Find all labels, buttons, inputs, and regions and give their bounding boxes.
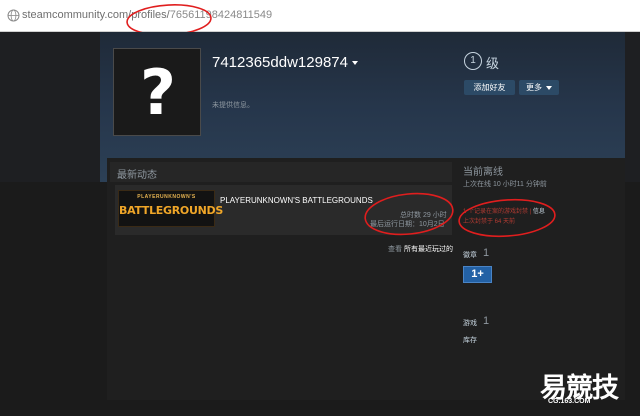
capsule-main-text: BATTLEGROUNDS bbox=[119, 204, 223, 217]
avatar[interactable]: ? bbox=[113, 48, 201, 136]
badge-icon[interactable]: 1+ bbox=[463, 266, 492, 283]
view-all-link[interactable]: 所有最近玩过的 bbox=[404, 246, 453, 253]
badges-count: 1 bbox=[483, 247, 490, 259]
online-status: 当前离线 bbox=[463, 167, 503, 178]
add-friend-label: 添加好友 bbox=[473, 83, 506, 92]
chevron-down-icon bbox=[546, 85, 552, 90]
add-friend-button[interactable]: 添加好友 bbox=[464, 80, 515, 95]
level-label: 级 bbox=[486, 56, 500, 71]
view-all-recent: 查看 所有最近玩过的 bbox=[388, 244, 453, 254]
header-side-left bbox=[0, 32, 100, 182]
header-side-right bbox=[625, 32, 640, 182]
view-all-prefix: 查看 bbox=[388, 246, 402, 253]
annotation-circle-playtime bbox=[364, 192, 454, 236]
persona-name[interactable]: 7412365ddw129874 bbox=[212, 54, 358, 71]
address-bar[interactable]: steamcommunity.com/profiles/765611984248… bbox=[0, 0, 640, 32]
capsule-top-text: PLAYERUNKNOWN'S bbox=[137, 194, 196, 200]
profile-summary: 未提供信息。 bbox=[212, 102, 254, 109]
game-capsule-image[interactable]: PLAYERUNKNOWN'S BATTLEGROUNDS bbox=[118, 190, 223, 227]
game-name-link[interactable]: PLAYERUNKNOWN'S BATTLEGROUNDS bbox=[220, 196, 373, 205]
recent-activity-header bbox=[110, 162, 452, 182]
games-count: 1 bbox=[483, 315, 490, 327]
avatar-placeholder-icon: ? bbox=[140, 56, 176, 129]
chevron-down-icon bbox=[351, 61, 358, 66]
annotation-circle-ban bbox=[458, 198, 556, 238]
recent-activity-title: 最新动态 bbox=[117, 170, 157, 181]
games-label[interactable]: 游戏 bbox=[463, 318, 477, 328]
watermark-url: CG.163.COM bbox=[548, 398, 591, 405]
more-button[interactable]: 更多 bbox=[519, 80, 559, 95]
badges-label[interactable]: 徽章 bbox=[463, 250, 477, 260]
more-label: 更多 bbox=[526, 83, 542, 92]
persona-name-text: 7412365ddw129874 bbox=[212, 54, 348, 71]
globe-icon bbox=[7, 9, 20, 22]
last-online: 上次在线 10 小时11 分钟前 bbox=[463, 181, 547, 188]
level-badge: 1 bbox=[464, 52, 482, 70]
library-link[interactable]: 库存 bbox=[463, 335, 477, 345]
